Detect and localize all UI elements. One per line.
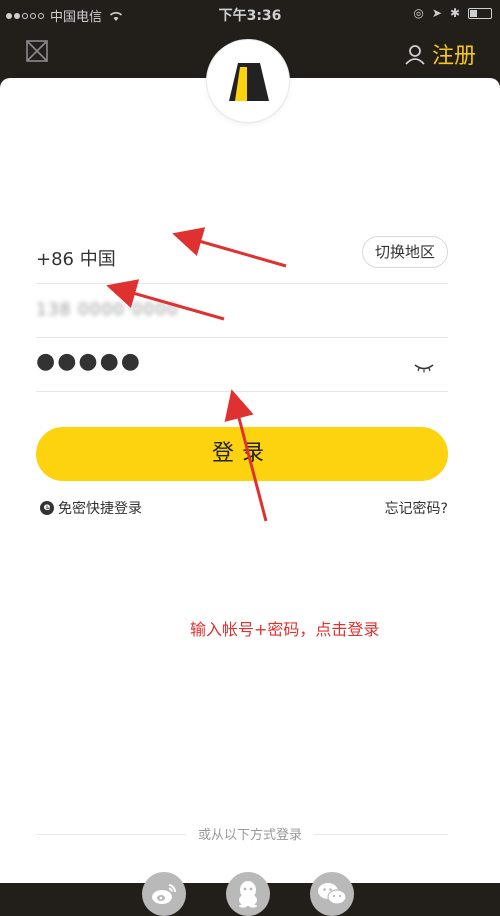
battery-icon [468,7,492,19]
status-icons: ◎ ➤ ✱ [413,6,492,20]
region-code: +86 中国 [36,249,116,270]
password-input[interactable]: ●●●●● [36,349,142,374]
user-icon [405,45,425,65]
wechat-login-button[interactable] [310,872,354,916]
close-square-icon [26,40,48,62]
password-field[interactable]: ●●●●● [36,338,448,392]
phone-input[interactable]: 138 0000 0000 [36,300,179,320]
bluetooth-icon: ✱ [449,6,460,20]
quick-login-link[interactable]: e 免密快捷登录 [40,498,142,518]
switch-region-button[interactable]: 切换地区 [361,236,448,268]
status-bar: 中国电信 下午3:36 ◎ ➤ ✱ [0,0,500,28]
app-logo [207,40,289,122]
other-login-label: 或从以下方式登录 [185,828,314,843]
phone-field[interactable]: 138 0000 0000 [36,284,448,338]
forgot-password-link[interactable]: 忘记密码? [385,498,448,518]
other-login-divider: 或从以下方式登录 [0,824,500,843]
qq-icon [239,881,257,908]
wechat-icon [318,883,347,905]
login-button[interactable]: 登录 [36,427,448,481]
login-card: +86 中国 切换地区 138 0000 0000 ●●●●● 登录 e 免密快… [0,40,500,916]
quick-login-label: 免密快捷登录 [58,501,142,517]
qq-login-button[interactable] [226,872,270,916]
region-row: +86 中国 切换地区 [36,228,448,284]
quick-login-icon: e [40,501,54,515]
location-icon: ➤ [431,6,442,20]
weibo-login-button[interactable] [142,872,186,916]
eye-closed-icon[interactable] [414,358,434,377]
close-button[interactable] [26,40,48,62]
annotation-text: 输入帐号+密码，点击登录 [190,620,380,639]
register-label: 注册 [431,44,476,69]
app-logo-icon [229,63,269,101]
lock-rotation-icon: ◎ [413,6,424,20]
weibo-icon [152,884,177,904]
register-button[interactable]: 注册 [404,38,476,70]
